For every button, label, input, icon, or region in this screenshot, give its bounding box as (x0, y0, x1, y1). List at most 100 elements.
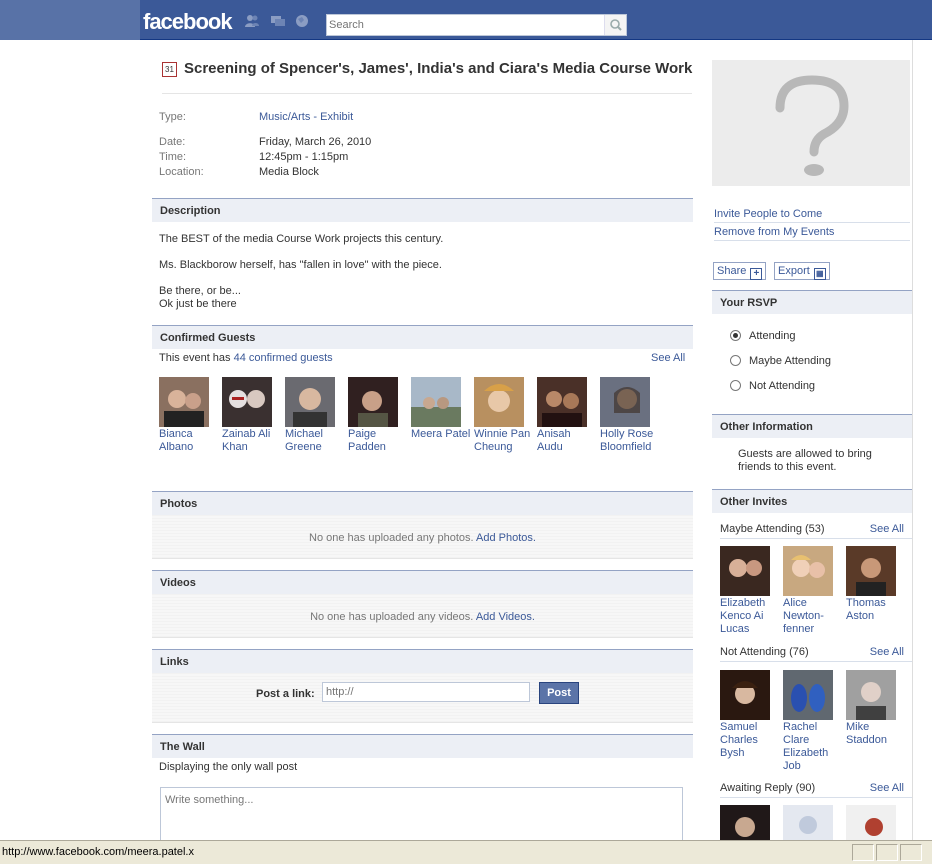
notifications-globe-icon[interactable] (294, 14, 310, 28)
remove-from-events-link[interactable]: Remove from My Events (714, 223, 910, 241)
guest-name[interactable]: Anisah Audu (537, 428, 599, 454)
date-value: Friday, March 26, 2010 (259, 136, 372, 148)
invitee-photo[interactable] (846, 670, 896, 720)
rsvp-header-label: Your RSVP (720, 297, 778, 309)
guest-name[interactable]: Paige Padden (348, 428, 410, 454)
invitee-photo[interactable] (846, 546, 896, 596)
type-link-category[interactable]: Music/Arts (259, 111, 310, 123)
invitee-name[interactable]: Mike Staddon (846, 721, 906, 747)
rsvp-attending-option[interactable]: Attending (730, 330, 795, 342)
topbar-left-panel (0, 0, 140, 40)
location-value: Media Block (259, 166, 319, 178)
videos-header-label: Videos (160, 577, 196, 589)
maybe-attending-title: Maybe Attending (53) (720, 523, 825, 535)
facebook-logo[interactable]: facebook (143, 9, 233, 35)
add-videos-link[interactable]: Add Videos. (476, 611, 535, 623)
status-cell (900, 844, 922, 861)
description-line: Ok just be there (159, 298, 237, 310)
export-button[interactable]: Export ▦ (774, 262, 830, 280)
guest-photo[interactable] (159, 377, 209, 427)
invitee-photo[interactable] (720, 546, 770, 596)
guest-photo[interactable] (474, 377, 524, 427)
maybe-see-all-link[interactable]: See All (870, 523, 904, 535)
confirmed-guests-header-label: Confirmed Guests (160, 332, 256, 344)
friend-requests-icon[interactable] (244, 14, 260, 28)
default-avatar-icon[interactable] (783, 805, 833, 840)
invitee-item[interactable] (846, 805, 906, 840)
not-attending-title: Not Attending (76) (720, 646, 809, 658)
rsvp-maybe-option[interactable]: Maybe Attending (730, 355, 831, 367)
photos-header: Photos (152, 491, 693, 515)
awaiting-see-all-link[interactable]: See All (870, 782, 904, 794)
invitee-name[interactable]: Thomas Aston (846, 597, 906, 623)
guest-photo[interactable] (348, 377, 398, 427)
guests-see-all-link[interactable]: See All (651, 352, 685, 364)
type-link-subcategory[interactable]: Exhibit (320, 111, 353, 123)
description-header-label: Description (160, 205, 221, 217)
invitee-photo[interactable] (720, 805, 770, 840)
other-information-text: Guests are allowed to bring friends to th… (738, 448, 872, 473)
radio-unselected-icon[interactable] (730, 380, 741, 391)
guest-name[interactable]: Michael Greene (285, 428, 347, 454)
guest-name[interactable]: Meera Patel (411, 428, 473, 441)
photos-header-label: Photos (160, 498, 198, 510)
invitee-name[interactable]: Alice Newton-fenner (783, 597, 843, 636)
search-button[interactable] (604, 15, 626, 35)
guest-photo[interactable] (411, 377, 461, 427)
time-value: 12:45pm - 1:15pm (259, 151, 349, 163)
invitee-photo[interactable] (720, 670, 770, 720)
guest-photo[interactable] (285, 377, 335, 427)
links-header: Links (152, 649, 693, 673)
invitee-name[interactable]: Elizabeth Kenco Ai Lucas (720, 597, 780, 636)
top-navigation-bar: facebook (0, 0, 932, 40)
other-information-header-label: Other Information (720, 421, 813, 433)
guest-grid: Bianca Albano Zainab Ali Khan Michael Green… (159, 377, 689, 457)
guest-photo[interactable] (222, 377, 272, 427)
not-attending-see-all-link[interactable]: See All (870, 646, 904, 658)
page-scroll-area[interactable] (912, 40, 932, 840)
wall-post-textbox[interactable]: Write something... (160, 787, 683, 847)
description-line: Be there, or be... (159, 285, 241, 297)
wall-header-label: The Wall (160, 741, 205, 753)
invitee-item[interactable] (783, 805, 843, 840)
type-label: Type: (159, 111, 186, 123)
calendar-export-icon: ▦ (813, 268, 826, 280)
invitee-photo[interactable] (846, 805, 896, 840)
radio-selected-icon[interactable] (730, 330, 741, 341)
plus-icon: + (750, 268, 763, 280)
invitee-name[interactable]: Samuel Charles Bysh (720, 721, 780, 760)
guest-name[interactable]: Winnie Pan Cheung (474, 428, 536, 454)
description-line: The BEST of the media Course Work projec… (159, 233, 444, 245)
search-input[interactable] (329, 17, 599, 33)
add-photos-link[interactable]: Add Photos. (476, 532, 536, 544)
description-line: Ms. Blackborow herself, has "fallen in l… (159, 259, 442, 271)
invitee-item[interactable] (720, 805, 780, 840)
guest-name[interactable]: Bianca Albano (159, 428, 221, 454)
date-label: Date: (159, 136, 186, 148)
videos-empty-note: No one has uploaded any videos. Add Vide… (310, 611, 535, 623)
radio-unselected-icon[interactable] (730, 355, 741, 366)
wall-post-placeholder: Write something... (165, 794, 254, 806)
invite-people-link[interactable]: Invite People to Come (714, 205, 910, 223)
rsvp-header: Your RSVP (712, 290, 912, 314)
rsvp-not-attending-option[interactable]: Not Attending (730, 380, 815, 392)
invitee-name[interactable]: Rachel Clare Elizabeth Job (783, 721, 843, 773)
confirmed-guests-header: Confirmed Guests (152, 325, 693, 349)
share-button[interactable]: Share + (713, 262, 767, 280)
guest-photo[interactable] (537, 377, 587, 427)
time-label: Time: (159, 151, 187, 163)
messages-icon[interactable] (270, 14, 286, 28)
videos-header: Videos (152, 570, 693, 594)
guest-name[interactable]: Zainab Ali Khan (222, 428, 284, 454)
guest-name[interactable]: Holly Rose Bloomfield (600, 428, 662, 454)
link-url-input[interactable] (322, 682, 530, 702)
type-separator: - (310, 111, 321, 123)
post-link-label: Post a link: (256, 688, 315, 700)
confirmed-guests-link[interactable]: 44 confirmed guests (234, 352, 333, 364)
event-picture (712, 60, 910, 186)
post-link-button[interactable]: Post (539, 682, 579, 704)
invitee-photo[interactable] (783, 546, 833, 596)
guest-photo[interactable] (600, 377, 650, 427)
location-label: Location: (159, 166, 204, 178)
invitee-photo[interactable] (783, 670, 833, 720)
